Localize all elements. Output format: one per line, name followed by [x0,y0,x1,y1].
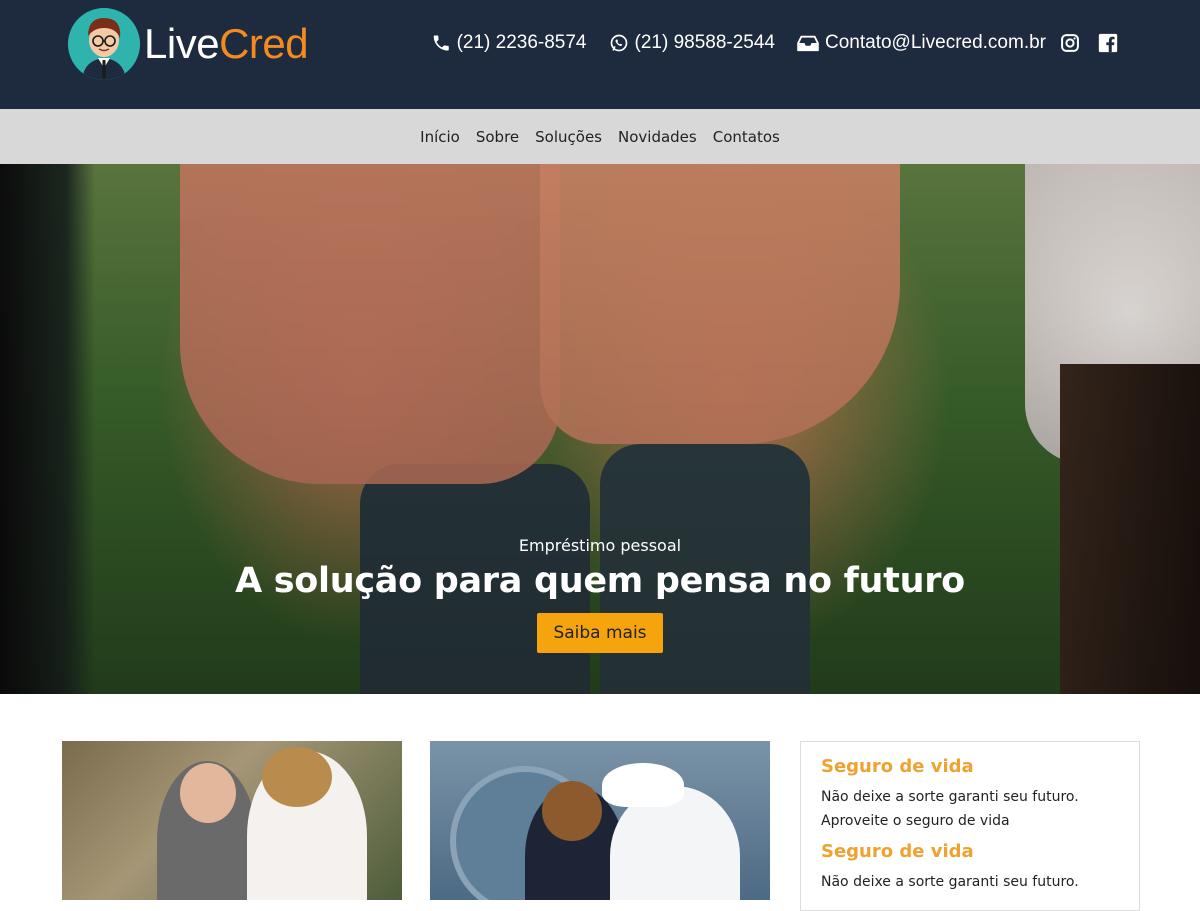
logo-avatar-icon [68,8,140,80]
phone-icon [433,35,449,51]
site-header: LiveCred (21) 2236-8574 (21) 98588-2544 … [0,0,1200,109]
insurance-text-line1: Não deixe a sorte garanti seu futuro. [821,789,1079,805]
phone-link[interactable]: (21) 2236-8574 [431,32,587,54]
card-image-couple[interactable] [430,741,770,900]
insurance-title[interactable]: Seguro de vida [821,841,1119,862]
card-figure-woman-hair [542,781,602,841]
header-contacts: (21) 2236-8574 (21) 98588-2544 Contato@L… [409,32,1118,54]
card-figure-elder-face [180,763,236,823]
main-nav: Início Sobre Soluções Novidades Contatos [0,109,1200,164]
insurance-sidebar: Seguro de vida Não deixe a sorte garanti… [800,741,1140,911]
logo-text-cred: Cred [219,20,309,67]
card-figure-bride-hair [262,747,332,807]
insurance-block: Seguro de vida Não deixe a sorte garanti… [821,841,1119,894]
email-link[interactable]: Contato@Livecred.com.br [797,32,1046,54]
logo-text: LiveCred [144,20,309,68]
saiba-mais-button[interactable]: Saiba mais [537,613,663,653]
nav-item-novidades[interactable]: Novidades [618,128,697,146]
insurance-title[interactable]: Seguro de vida [821,756,1119,777]
instagram-link[interactable] [1060,33,1080,53]
nav-item-contatos[interactable]: Contatos [713,128,780,146]
whatsapp-link[interactable]: (21) 98588-2544 [609,32,776,54]
nav-item-inicio[interactable]: Início [420,128,460,146]
insurance-text-line2: Aproveite o seguro de vida [821,813,1010,829]
nav-item-sobre[interactable]: Sobre [476,128,519,146]
logo-text-live: Live [144,20,220,67]
insurance-block: Seguro de vida Não deixe a sorte garanti… [821,756,1119,833]
hero-title: A solução para quem pensa no futuro [235,561,965,601]
email-text: Contato@Livecred.com.br [825,32,1046,53]
card-figure-man-hat [602,763,684,807]
instagram-icon [1061,34,1079,52]
whatsapp-icon [610,34,627,52]
hero-banner: Empréstimo pessoal A solução para quem p… [0,164,1200,694]
logo[interactable]: LiveCred [68,6,309,82]
insurance-text-line1: Não deixe a sorte garanti seu futuro. [821,874,1079,890]
facebook-icon [1098,33,1118,53]
inbox-icon [797,35,819,52]
phone-text: (21) 2236-8574 [456,32,587,53]
whatsapp-text: (21) 98588-2544 [634,32,776,53]
facebook-link[interactable] [1098,33,1118,53]
hero-subtitle: Empréstimo pessoal [518,536,682,555]
card-image-bride[interactable] [62,741,402,900]
hero-content: Empréstimo pessoal A solução para quem p… [0,536,1200,653]
nav-item-solucoes[interactable]: Soluções [535,128,602,146]
